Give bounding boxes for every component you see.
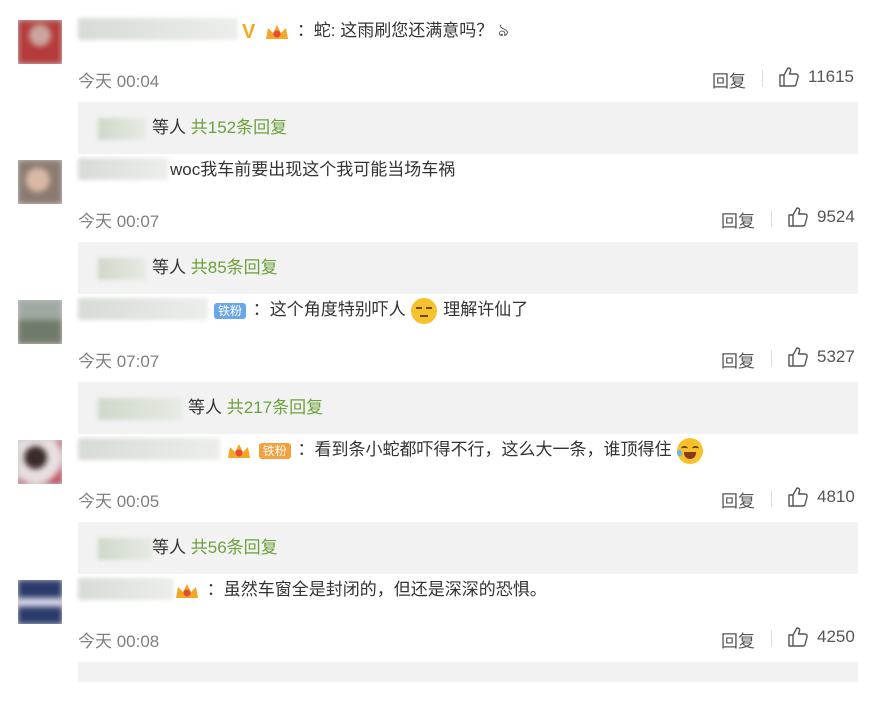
sub-reply-username-blurred	[98, 258, 146, 280]
thumbs-up-icon[interactable]	[778, 66, 800, 88]
comment-time: 今天 00:05	[78, 492, 160, 511]
comment-item: 铁粉 ：这个角度特别吓人 理解许仙了 今天 07:07 回复 5327 等人 共…	[0, 296, 876, 436]
divider	[771, 350, 772, 367]
sub-reply-username-blurred	[98, 398, 182, 420]
comment-text: ：这个角度特别吓人	[252, 300, 406, 319]
face-emoji-icon	[411, 297, 438, 324]
divider	[771, 210, 772, 227]
divider	[771, 490, 772, 507]
comment-item: woc我车前要出现这个我可能当场车祸 今天 00:07 回复 9524 等人 共…	[0, 156, 876, 296]
fan-badge: 铁粉	[214, 302, 247, 319]
verified-badge: V	[242, 20, 256, 43]
thumbs-up-icon[interactable]	[787, 206, 809, 228]
comment-text-row: 铁粉 ：看到条小蛇都吓得不行，这么大一条，谁顶得住	[226, 436, 704, 464]
like-count: 4810	[817, 487, 855, 506]
sub-reply-text: 等人 共56条回复	[152, 522, 278, 574]
username-blurred[interactable]	[78, 298, 208, 320]
sub-reply-count[interactable]: 共152条回复	[191, 118, 287, 137]
sub-replies-summary[interactable]: 等人 共152条回复	[78, 102, 858, 154]
thumbs-up-icon[interactable]	[787, 486, 809, 508]
comment-time: 今天 00:04	[78, 72, 160, 91]
comment-text: woc我车前要出现这个我可能当场车祸	[170, 160, 456, 179]
sub-reply-text: 等人 共152条回复	[152, 102, 287, 154]
sub-reply-count[interactable]: 共56条回复	[191, 538, 278, 557]
sub-reply-count[interactable]: 共217条回复	[227, 398, 323, 417]
like-count: 4250	[817, 627, 855, 646]
comment-text: ：虽然车窗全是封闭的，但还是深深的恐惧。	[206, 580, 547, 599]
comment-time: 今天 00:07	[78, 212, 160, 231]
comment-text: ：蛇: 这雨刷您还满意吗？	[296, 21, 494, 40]
avatar[interactable]	[18, 160, 62, 204]
comment-time: 今天 00:08	[78, 632, 160, 651]
reply-button[interactable]: 回复	[712, 67, 746, 92]
divider	[771, 630, 772, 647]
username-blurred[interactable]	[78, 578, 174, 600]
username-blurred[interactable]	[78, 18, 238, 40]
avatar[interactable]	[18, 20, 62, 64]
comment-item: 铁粉 ：看到条小蛇都吓得不行，这么大一条，谁顶得住 今天 00:05 回复 48…	[0, 436, 876, 576]
comment-text: ：看到条小蛇都吓得不行，这么大一条，谁顶得住	[297, 440, 672, 459]
username-blurred[interactable]	[78, 158, 168, 180]
sub-replies-summary[interactable]: 等人 共56条回复	[78, 522, 858, 574]
avatar[interactable]	[18, 300, 62, 344]
reply-button[interactable]: 回复	[721, 207, 755, 232]
comment-item: V ：蛇: 这雨刷您还满意吗？ ঌ 今天 00:04 回复 11615 等人 共…	[0, 16, 876, 156]
fan-badge: 铁粉	[258, 442, 291, 459]
divider	[762, 70, 763, 87]
like-count: 5327	[817, 347, 855, 366]
sub-reply-username-blurred	[98, 538, 152, 560]
comment-text-continued: 理解许仙了	[443, 300, 529, 319]
comment-text-row: 铁粉 ：这个角度特别吓人 理解许仙了	[214, 296, 528, 324]
comment-text-row: ：虽然车窗全是封闭的，但还是深深的恐惧。	[174, 576, 547, 604]
reply-button[interactable]: 回复	[721, 347, 755, 372]
laughing-emoji-icon	[677, 437, 704, 464]
squiggle-icon: ঌ	[498, 20, 509, 40]
sub-reply-others: 等人	[152, 258, 186, 277]
avatar[interactable]	[18, 440, 62, 484]
like-count: 11615	[808, 67, 855, 86]
comment-text-row: V ：蛇: 这雨刷您还满意吗？ ঌ	[242, 16, 509, 44]
like-count: 9524	[817, 207, 855, 226]
crown-icon	[176, 583, 198, 598]
sub-reply-username-blurred	[98, 118, 146, 140]
sub-reply-others: 等人	[188, 398, 222, 417]
reply-button[interactable]: 回复	[721, 487, 755, 512]
sub-reply-others: 等人	[152, 538, 186, 557]
sub-reply-count[interactable]: 共85条回复	[191, 258, 278, 277]
username-blurred[interactable]	[78, 438, 220, 460]
crown-icon	[228, 443, 250, 458]
comment-item: ：虽然车窗全是封闭的，但还是深深的恐惧。 今天 00:08 回复 4250	[0, 576, 876, 716]
comment-time: 今天 07:07	[78, 352, 160, 371]
thumbs-up-icon[interactable]	[787, 626, 809, 648]
thumbs-up-icon[interactable]	[787, 346, 809, 368]
sub-replies-summary-partial[interactable]	[78, 662, 858, 682]
avatar[interactable]	[18, 580, 62, 624]
sub-replies-summary[interactable]: 等人 共217条回复	[78, 382, 858, 434]
sub-reply-others: 等人	[152, 118, 186, 137]
comment-text-row: woc我车前要出现这个我可能当场车祸	[170, 156, 455, 184]
reply-button[interactable]: 回复	[721, 627, 755, 652]
sub-replies-summary[interactable]: 等人 共85条回复	[78, 242, 858, 294]
sub-reply-text: 等人 共217条回复	[188, 382, 323, 434]
sub-reply-text: 等人 共85条回复	[152, 242, 278, 294]
crown-icon	[266, 24, 289, 39]
